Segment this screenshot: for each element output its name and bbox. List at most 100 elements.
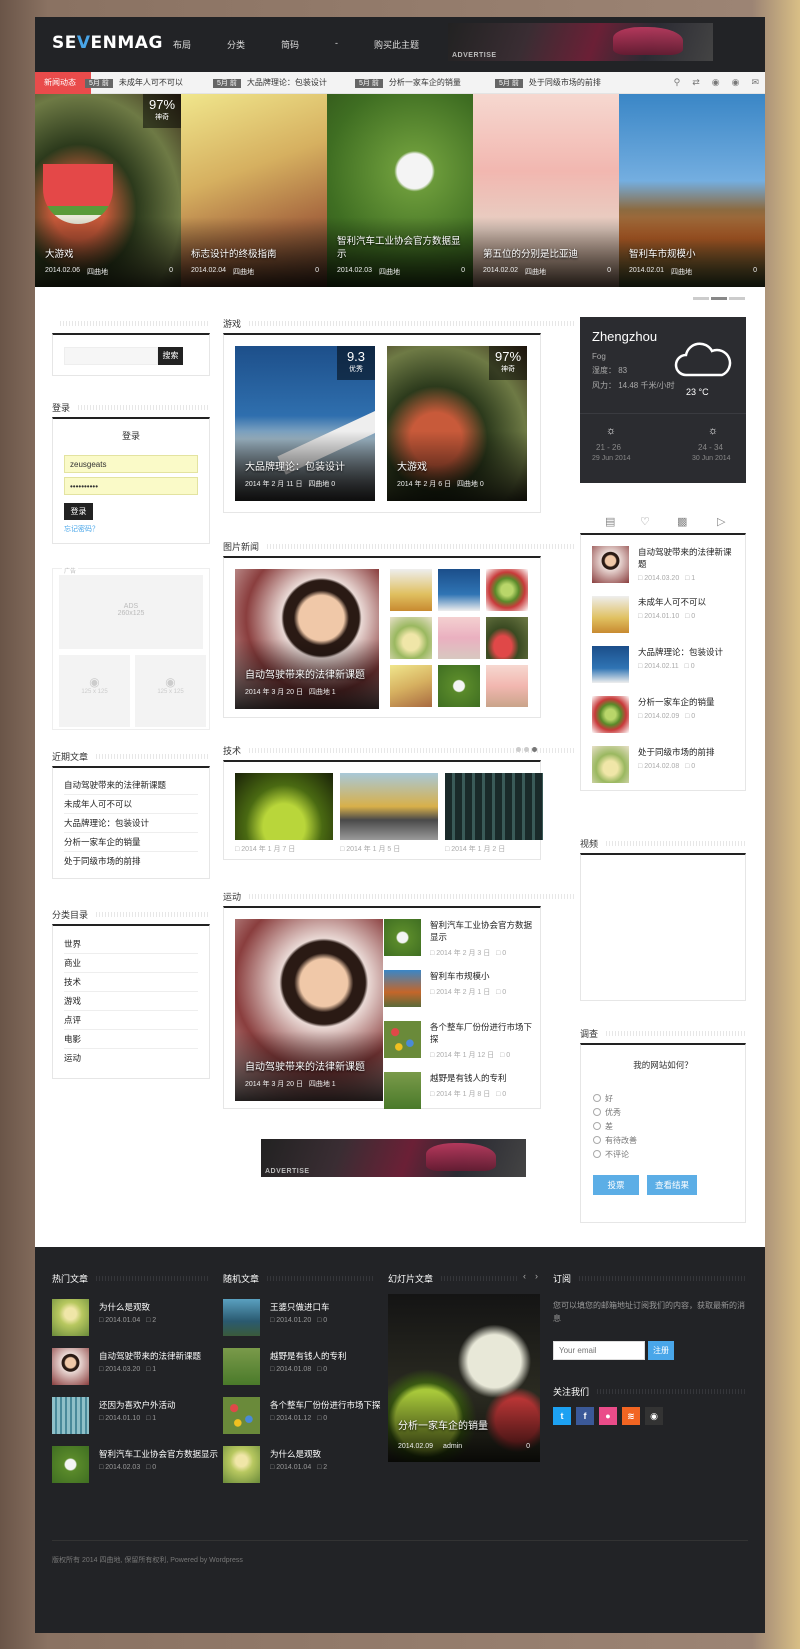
sports-thumb[interactable] [384,1021,421,1058]
category-link[interactable]: 技术 [64,973,198,992]
footer-random-thumb[interactable] [223,1299,260,1336]
sports-thumb[interactable] [384,970,421,1007]
category-link[interactable]: 游戏 [64,992,198,1011]
shuffle-icon[interactable]: ⇄ [692,77,700,88]
facebook-icon[interactable]: f [576,1407,594,1425]
password-input[interactable] [64,477,198,495]
weibo-icon[interactable]: ◉ [732,77,740,88]
ticker-item[interactable]: 5月 前大品牌理论：包装设计 [213,77,327,88]
photo-thumb[interactable] [438,617,480,659]
poll-option[interactable]: 不评论 [593,1149,629,1160]
photo-thumb[interactable] [486,617,528,659]
slide-title[interactable]: 智利汽车工业协会官方数据显示 [337,235,465,261]
mail-icon[interactable]: ✉ [751,77,759,88]
photo-thumb[interactable] [438,665,480,707]
footer-random-thumb[interactable] [223,1446,260,1483]
tag-icon[interactable]: ▷ [717,515,725,528]
slide[interactable]: 97% 神奇 大游戏 2014.02.06 四曲地 0 [35,94,181,287]
recent-post-link[interactable]: 处于同级市场的前排 [64,852,198,871]
nav-layout[interactable]: 布局 [173,38,191,51]
ad-slot-large[interactable]: ADS 260x125 [59,575,203,649]
dribbble-icon[interactable]: ● [599,1407,617,1425]
heart-icon[interactable]: ♡ [640,515,650,528]
sports-item-title[interactable]: 各个整车厂份份进行市场下探 [430,1021,540,1045]
sports-thumb[interactable] [384,919,421,956]
view-results-button[interactable]: 查看结果 [647,1175,697,1195]
footer-random-thumb[interactable] [223,1348,260,1385]
nav-shortcodes[interactable]: 简码 [281,38,299,51]
sports-item-title[interactable]: 越野是有钱人的专利 [430,1072,540,1084]
category-link[interactable]: 世界 [64,935,198,954]
footer-random-link[interactable]: 王婆只做进口车 [270,1301,330,1313]
footer-random-link[interactable]: 越野是有钱人的专利 [270,1350,347,1362]
nav-categories[interactable]: 分类 [227,38,245,51]
slide[interactable]: 标志设计的终极指南 2014.02.04 四曲地 0 [181,94,327,287]
folder-icon[interactable]: ▤ [605,515,615,528]
rss-icon[interactable]: ≋ [622,1407,640,1425]
nav-buy-theme[interactable]: 购买此主题 [374,38,419,51]
slide-title[interactable]: 智利车市规模小 [629,248,757,261]
photo-thumb[interactable] [438,569,480,611]
game-card[interactable]: 97% 神奇 大游戏 2014 年 2 月 6 日 四曲地 0 [387,346,527,501]
twitter-icon[interactable]: t [553,1407,571,1425]
tab-post-title[interactable]: 大品牌理论：包装设计 [638,646,738,658]
login-button[interactable]: 登录 [64,503,93,520]
ad-slot-small[interactable]: ◉ 125 x 125 [135,655,206,727]
tech-thumb[interactable] [340,773,438,840]
vote-button[interactable]: 投票 [593,1175,639,1195]
poll-option[interactable]: 好 [593,1093,613,1104]
slide[interactable]: 第五位的分别是比亚迪 2014.02.02 四曲地 0 [473,94,619,287]
tab-post-title[interactable]: 分析一家车企的销量 [638,696,738,708]
category-link[interactable]: 电影 [64,1030,198,1049]
video-widget[interactable] [580,853,746,1001]
tech-dot[interactable] [516,747,521,752]
game-card[interactable]: 9.3 优秀 大品牌理论：包装设计 2014 年 2 月 11 日 四曲地 0 [235,346,375,501]
photo-news-main[interactable]: 自动驾驶带来的法律新课题 2014 年 3 月 20 日 四曲地 1 [235,569,379,709]
sports-item-title[interactable]: 智利汽车工业协会官方数据显示 [430,919,540,943]
footer-hot-thumb[interactable] [52,1299,89,1336]
tech-thumb[interactable] [445,773,543,840]
subscribe-email-input[interactable] [553,1341,645,1360]
photo-thumb[interactable] [390,665,432,707]
game-card-title[interactable]: 大品牌理论：包装设计 [245,458,345,473]
tab-post-thumb[interactable] [592,746,629,783]
slide-title[interactable]: 第五位的分别是比亚迪 [483,248,611,261]
photo-thumb[interactable] [390,569,432,611]
photo-news-main-title[interactable]: 自动驾驶带来的法律新课题 [245,666,365,681]
ticker-item[interactable]: 5月 前未成年人可不可以 [85,77,183,88]
subscribe-button[interactable]: 注册 [648,1341,674,1360]
footer-random-link[interactable]: 各个整车厂份份进行市场下探 [270,1399,381,1411]
tech-dot[interactable] [532,747,537,752]
tab-post-thumb[interactable] [592,646,629,683]
forgot-password-link[interactable]: 忘记密码？ [64,524,99,534]
search-input[interactable] [64,347,158,365]
slide[interactable]: 智利车市规模小 2014.02.01 四曲地 0 [619,94,765,287]
footer-hot-thumb[interactable] [52,1397,89,1434]
recent-post-link[interactable]: 自动驾驶带来的法律新课题 [64,776,198,795]
footer-slideshow-title-link[interactable]: 分析一家车企的销量 [398,1417,488,1432]
comments-icon[interactable]: ▩ [677,515,687,528]
content-ad-banner[interactable]: ADVERTISE [261,1139,526,1177]
photo-thumb[interactable] [486,569,528,611]
poll-option[interactable]: 有待改善 [593,1135,637,1146]
nav-dash[interactable]: - [335,38,338,51]
chevron-right-icon[interactable]: › [535,1271,538,1281]
site-logo[interactable]: SEVENMAG [52,33,163,53]
tab-post-thumb[interactable] [592,546,629,583]
sports-item-title[interactable]: 智利车市规模小 [430,970,540,982]
category-link[interactable]: 运动 [64,1049,198,1068]
tab-post-title[interactable]: 未成年人可不可以 [638,596,738,608]
poll-option[interactable]: 差 [593,1121,613,1132]
footer-hot-title-link[interactable]: 智利汽车工业协会官方数据显示 [99,1448,218,1460]
slide-title[interactable]: 大游戏 [45,248,173,261]
category-link[interactable]: 点评 [64,1011,198,1030]
github-icon[interactable]: ◉ [645,1407,663,1425]
slide[interactable]: 智利汽车工业协会官方数据显示 2014.02.03 四曲地 0 [327,94,473,287]
slider-dot[interactable] [729,297,745,300]
ticker-item[interactable]: 5月 前处于同级市场的前排 [495,77,601,88]
tab-post-title[interactable]: 处于同级市场的前排 [638,746,738,758]
footer-hot-title-link[interactable]: 还因为喜欢户外活动 [99,1399,176,1411]
search-icon[interactable]: ⚲ [674,77,681,88]
sports-main-title[interactable]: 自动驾驶带来的法律新课题 [245,1058,365,1073]
tech-dot[interactable] [524,747,529,752]
